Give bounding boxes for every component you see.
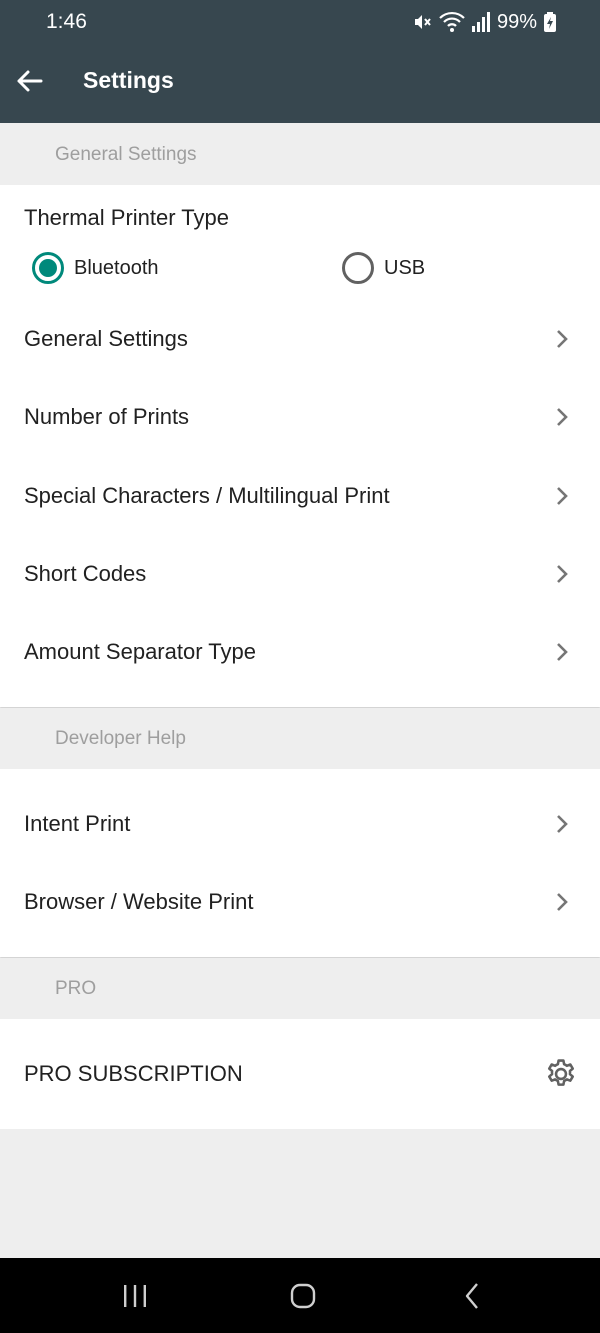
radio-bluetooth[interactable]: Bluetooth bbox=[32, 250, 159, 286]
back-icon bbox=[465, 1283, 478, 1309]
row-label: General Settings bbox=[24, 326, 188, 351]
chevron-right-icon bbox=[557, 815, 568, 833]
wifi-icon bbox=[439, 11, 465, 32]
battery-percent: 99% bbox=[496, 10, 537, 33]
signal-icon bbox=[471, 12, 490, 32]
app-bar: 1:46 99% Settings bbox=[0, 0, 600, 123]
radio-unchecked-icon bbox=[342, 252, 374, 284]
chevron-right-icon bbox=[557, 487, 568, 505]
row-label: Special Characters / Multilingual Print bbox=[24, 483, 390, 508]
row-pro-subscription[interactable]: PRO SUBSCRIPTION bbox=[0, 1035, 600, 1113]
radio-usb[interactable]: USB bbox=[342, 250, 425, 286]
radio-usb-label: USB bbox=[384, 256, 426, 279]
radio-bluetooth-label: Bluetooth bbox=[74, 256, 159, 279]
row-amount-separator-type[interactable]: Amount Separator Type bbox=[0, 613, 600, 691]
home-button[interactable] bbox=[283, 1276, 323, 1316]
settings-screen: 1:46 99% Settings General Settings Therm… bbox=[0, 0, 600, 1333]
row-special-characters[interactable]: Special Characters / Multilingual Print bbox=[0, 457, 600, 535]
chevron-right-icon bbox=[557, 408, 568, 426]
home-icon bbox=[290, 1283, 316, 1309]
arrow-back-icon bbox=[17, 70, 43, 92]
row-general-settings[interactable]: General Settings bbox=[0, 300, 600, 378]
section-header-pro: PRO bbox=[0, 958, 600, 1019]
back-button[interactable] bbox=[10, 62, 48, 100]
section-header-label: General Settings bbox=[55, 144, 197, 165]
row-label: PRO SUBSCRIPTION bbox=[24, 1061, 243, 1086]
recent-apps-icon bbox=[124, 1285, 146, 1307]
mute-icon bbox=[414, 15, 431, 29]
row-label: Intent Print bbox=[24, 811, 131, 836]
recent-apps-button[interactable] bbox=[115, 1276, 155, 1316]
page-title: Settings bbox=[83, 67, 174, 93]
chevron-right-icon bbox=[557, 643, 568, 661]
row-label: Short Codes bbox=[24, 561, 147, 586]
row-short-codes[interactable]: Short Codes bbox=[0, 535, 600, 613]
battery-charging-icon bbox=[544, 12, 556, 32]
section-header-general: General Settings bbox=[0, 123, 600, 185]
row-label: Number of Prints bbox=[24, 404, 190, 429]
row-browser-website-print[interactable]: Browser / Website Print bbox=[0, 863, 600, 941]
status-icons: 99% bbox=[412, 9, 556, 35]
row-intent-print[interactable]: Intent Print bbox=[0, 785, 600, 863]
gear-icon bbox=[547, 1059, 575, 1086]
system-nav-bar bbox=[0, 1258, 600, 1333]
radio-checked-icon bbox=[32, 252, 64, 284]
section-header-label: PRO bbox=[55, 978, 97, 999]
status-time: 1:46 bbox=[46, 10, 87, 33]
thermal-printer-type-label: Thermal Printer Type bbox=[24, 205, 230, 230]
section-header-developer: Developer Help bbox=[0, 708, 600, 769]
chevron-right-icon bbox=[557, 565, 568, 583]
chevron-right-icon bbox=[557, 893, 568, 911]
system-back-button[interactable] bbox=[452, 1276, 492, 1316]
row-label: Amount Separator Type bbox=[24, 639, 256, 664]
row-label: Browser / Website Print bbox=[24, 889, 254, 914]
row-number-of-prints[interactable]: Number of Prints bbox=[0, 378, 600, 456]
chevron-right-icon bbox=[557, 330, 568, 348]
section-header-label: Developer Help bbox=[55, 728, 186, 749]
